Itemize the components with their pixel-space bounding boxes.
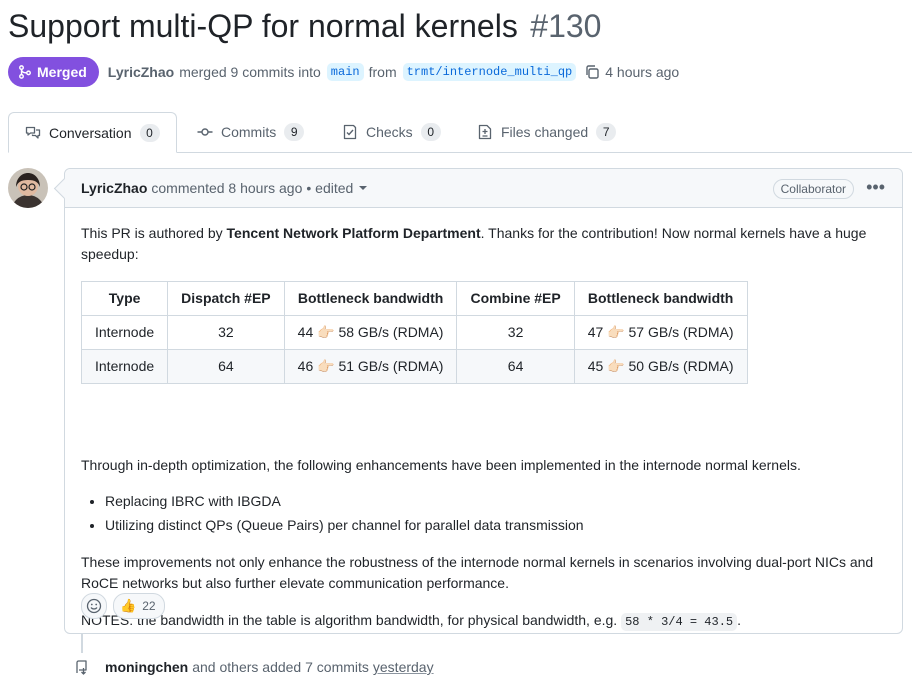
- pointing-hand-icon: 👉🏻: [607, 324, 625, 340]
- table-header-row: Type Dispatch #EP Bottleneck bandwidth C…: [80, 281, 748, 316]
- base-branch[interactable]: main: [326, 63, 364, 81]
- notes-paragraph: NOTES: the bandwidth in the table is alg…: [81, 610, 741, 633]
- commit-icon: [197, 128, 213, 136]
- merge-text: merged 9 commits into: [179, 64, 321, 80]
- table-header: Type: [80, 281, 169, 316]
- comment-action[interactable]: commented 8 hours ago: [151, 180, 302, 196]
- table-cell: 64: [167, 349, 285, 384]
- timeline-commits-event: moningchen and others added 7 commits ye…: [68, 653, 434, 681]
- intro-text-1: This PR is authored by: [81, 225, 227, 241]
- edited-label[interactable]: • edited: [306, 180, 353, 196]
- tab-conversation-label: Conversation: [49, 124, 132, 141]
- checklist-icon: [343, 124, 357, 140]
- table-header: Bottleneck bandwidth: [283, 281, 458, 316]
- reaction-count: 22: [142, 599, 156, 613]
- cell-after: 57 GB/s (RDMA): [628, 324, 734, 340]
- table-cell: 45 👉🏻 50 GB/s (RDMA): [573, 349, 748, 384]
- tab-files-changed[interactable]: Files changed 7: [477, 112, 617, 152]
- cell-before: 44: [297, 324, 314, 340]
- table-row: Internode 32 44 👉🏻 58 GB/s (RDMA) 32 47 …: [80, 315, 748, 350]
- pr-author-link[interactable]: LyricZhao: [108, 64, 174, 80]
- intro-bold: Tencent Network Platform Department: [226, 225, 481, 241]
- reactions: 👍 22: [81, 593, 165, 619]
- enhancement-list: Replacing IBRC with IBGDA Utilizing dist…: [81, 489, 584, 537]
- timeline-user[interactable]: moningchen: [105, 659, 188, 675]
- table-cell: Internode: [80, 349, 169, 384]
- pr-title-row: Support multi-QP for normal kernels #130: [8, 8, 601, 45]
- cell-before: 46: [297, 358, 314, 374]
- timeline-connector: [81, 634, 83, 654]
- table-row: Internode 64 46 👉🏻 51 GB/s (RDMA) 64 45 …: [80, 349, 748, 384]
- table-cell: Internode: [80, 315, 169, 350]
- conversation-icon: [25, 126, 41, 139]
- tab-commits-label: Commits: [221, 124, 277, 140]
- smiley-icon: [86, 598, 102, 614]
- cell-after: 50 GB/s (RDMA): [628, 358, 734, 374]
- collaborator-badge: Collaborator: [772, 179, 854, 199]
- table-cell: 32: [456, 315, 575, 350]
- thumbs-up-icon: 👍: [120, 598, 137, 613]
- bandwidth-table: Type Dispatch #EP Bottleneck bandwidth C…: [80, 281, 748, 384]
- table-cell: 46 👉🏻 51 GB/s (RDMA): [283, 349, 458, 384]
- timeline-text: and others added 7 commits: [192, 659, 369, 675]
- pointing-hand-icon: 👉🏻: [317, 358, 335, 374]
- merged-status-label: Merged: [37, 64, 87, 80]
- tab-commits-count: 9: [284, 123, 305, 141]
- cell-after: 51 GB/s (RDMA): [338, 358, 444, 374]
- tab-files-changed-label: Files changed: [501, 124, 589, 140]
- pointing-hand-icon: 👉🏻: [607, 358, 625, 374]
- tab-commits[interactable]: Commits 9: [197, 112, 305, 152]
- pr-tabs: Conversation 0 Commits 9 Checks 0 Files …: [8, 112, 912, 153]
- optimization-paragraph: Through in-depth optimization, the follo…: [81, 457, 801, 473]
- tab-conversation[interactable]: Conversation 0: [8, 112, 177, 153]
- table-cell: 44 👉🏻 58 GB/s (RDMA): [283, 315, 458, 350]
- tab-checks-label: Checks: [366, 124, 413, 140]
- tab-files-changed-count: 7: [596, 123, 617, 141]
- table-cell: 64: [456, 349, 575, 384]
- notes-suffix: .: [737, 612, 742, 628]
- table-header: Dispatch #EP: [167, 281, 285, 316]
- file-diff-icon: [478, 124, 492, 140]
- repo-push-icon: [68, 653, 96, 681]
- cell-before: 47: [587, 324, 604, 340]
- intro-paragraph: This PR is authored by Tencent Network P…: [81, 223, 881, 265]
- table-cell: 47 👉🏻 57 GB/s (RDMA): [573, 315, 748, 350]
- pr-description-comment: LyricZhao commented 8 hours ago • edited…: [64, 168, 903, 634]
- table-header: Combine #EP: [456, 281, 575, 316]
- list-item: Replacing IBRC with IBGDA: [105, 489, 584, 513]
- pr-meta: Merged LyricZhao merged 9 commits into m…: [8, 57, 679, 87]
- pr-number: #130: [530, 8, 602, 44]
- table-header: Bottleneck bandwidth: [573, 281, 748, 316]
- merge-time[interactable]: 4 hours ago: [605, 64, 679, 80]
- thumbs-up-reaction[interactable]: 👍 22: [113, 593, 165, 619]
- pointing-hand-icon: 👉🏻: [317, 324, 335, 340]
- cell-before: 45: [587, 358, 604, 374]
- tab-checks-count: 0: [420, 123, 441, 141]
- pr-title: Support multi-QP for normal kernels: [8, 8, 518, 44]
- list-item: Utilizing distinct QPs (Queue Pairs) per…: [105, 513, 584, 537]
- timeline-time[interactable]: yesterday: [373, 659, 434, 675]
- from-text: from: [368, 64, 397, 80]
- cell-after: 58 GB/s (RDMA): [338, 324, 444, 340]
- kebab-menu-icon[interactable]: •••: [866, 178, 885, 196]
- head-branch[interactable]: trmt/internode_multi_qp: [402, 63, 577, 81]
- table-cell: 32: [167, 315, 285, 350]
- improvements-paragraph: These improvements not only enhance the …: [81, 554, 874, 591]
- tab-checks[interactable]: Checks 0: [342, 112, 441, 152]
- avatar[interactable]: [8, 168, 48, 208]
- copy-icon[interactable]: [584, 64, 600, 80]
- notes-code: 58 * 3/4 = 43.5: [621, 613, 738, 631]
- comment-body: This PR is authored by Tencent Network P…: [80, 223, 881, 631]
- add-reaction-button[interactable]: [81, 593, 107, 619]
- comment-author[interactable]: LyricZhao: [81, 180, 147, 196]
- tab-conversation-count: 0: [139, 123, 160, 142]
- chevron-down-icon[interactable]: [359, 186, 368, 190]
- merged-status-badge: Merged: [8, 57, 99, 87]
- comment-header: LyricZhao commented 8 hours ago • edited…: [65, 169, 902, 208]
- git-merge-icon: [19, 65, 31, 79]
